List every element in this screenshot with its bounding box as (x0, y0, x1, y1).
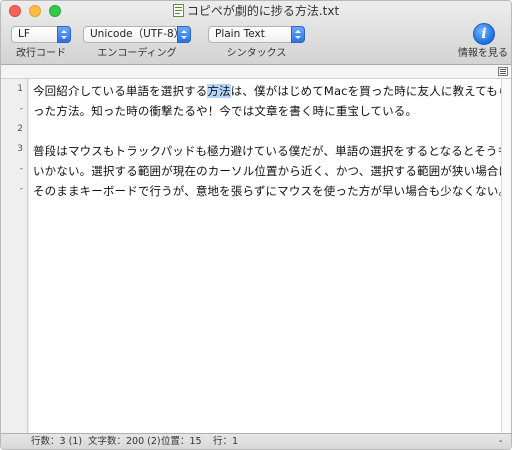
text-line: 今回紹介している単語を選択する方法は、僕がはじめてMacを買った時に友人に教えて… (33, 81, 509, 101)
line-ending-popup[interactable]: LF (11, 26, 71, 43)
syntax-value: Plain Text (215, 28, 265, 40)
status-char-count: 文字数：200 (2) (88, 436, 161, 447)
text-line: そのままキーボードで行うが、意地を張らずにマウスを使った方が早い場合も少なくない… (33, 184, 511, 198)
status-row: 行：1 (213, 436, 239, 447)
info-label: 情報を見る (458, 48, 508, 59)
line-number: - (19, 164, 23, 174)
text-line: 普段はマウスもトラックパッドも極力避けている僕だが、単語の選択をするとなるとそう… (33, 144, 510, 158)
syntax-label: シンタックス (226, 48, 287, 59)
syntax-popup[interactable]: Plain Text (208, 26, 305, 43)
editor-window: コピペが劇的に捗る方法.txt LF 改行コード Unicode（UTF-8） … (0, 0, 512, 450)
line-number-gutter: 1 - 2 3 - - (1, 79, 28, 433)
info-icon[interactable]: i (473, 23, 495, 45)
status-line-count: 行数：3 (1) (31, 436, 83, 447)
split-view-icon[interactable] (498, 67, 508, 76)
line-ending-label: 改行コード (16, 48, 66, 59)
encoding-label: エンコーディング (97, 48, 177, 59)
selected-text: 方法 (207, 84, 231, 98)
line-number: - (19, 104, 23, 114)
line-number: 2 (17, 124, 23, 134)
title-toolbar: コピペが劇的に捗る方法.txt LF 改行コード Unicode（UTF-8） … (1, 1, 511, 65)
status-bar: 行数：3 (1) 文字数：200 (2) 位置：15 行：1 - (1, 433, 511, 449)
line-ending-value: LF (18, 28, 30, 40)
window-title-text: コピペが劇的に捗る方法.txt (186, 4, 340, 18)
status-position: 位置：15 (161, 436, 202, 447)
line-number: 3 (17, 144, 23, 154)
text-line: いかない。選択する範囲が現在のカーソル位置から近く、かつ、選択する範囲が狭い場合… (33, 164, 511, 178)
text-editor[interactable]: 今回紹介している単語を選択する方法は、僕がはじめてMacを買った時に友人に教えて… (29, 79, 511, 433)
vertical-scrollbar[interactable] (501, 79, 511, 433)
encoding-value: Unicode（UTF-8） (90, 28, 185, 40)
line-number: 1 (17, 84, 23, 94)
text-line: った方法。知った時の衝撃たるや！今では文章を書く時に重宝している。 (33, 104, 418, 118)
popup-arrows-icon (177, 26, 191, 43)
encoding-popup[interactable]: Unicode（UTF-8） (83, 26, 191, 43)
window-title: コピペが劇的に捗る方法.txt (1, 3, 511, 19)
popup-arrows-icon (57, 26, 71, 43)
line-number: - (19, 184, 23, 194)
document-icon (172, 4, 184, 17)
text-after-selection: は、僕がはじめてMacを買った時に友人に教えてもら (230, 84, 510, 98)
popup-arrows-icon (291, 26, 305, 43)
text-before-selection: 今回紹介している単語を選択する (33, 84, 208, 98)
editor-header-strip (1, 65, 511, 79)
status-right: - (499, 436, 503, 447)
